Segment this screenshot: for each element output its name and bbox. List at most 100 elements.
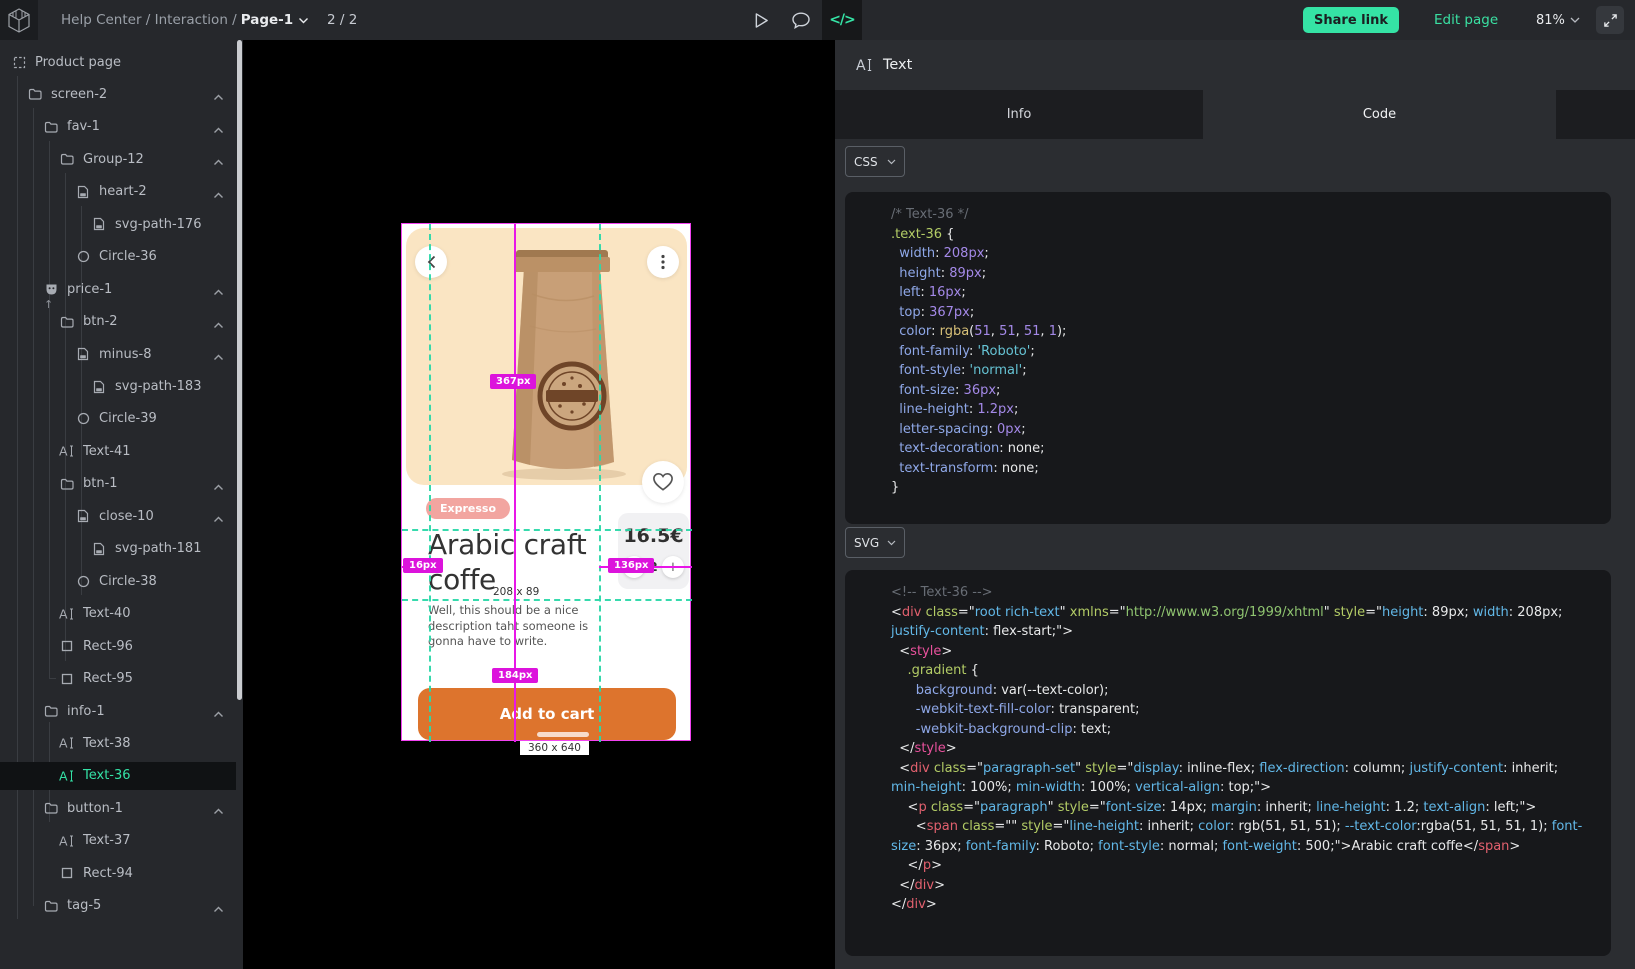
code-line: size: 36px; font-family: Roboto; font-st… (891, 837, 1593, 857)
chevron-up-icon[interactable] (213, 804, 224, 819)
more-options-button[interactable] (647, 246, 679, 278)
layer-row-button-1[interactable]: button-1 (0, 794, 236, 822)
logo-cube-icon (8, 8, 30, 33)
layer-row-circle-38[interactable]: Circle-38 (0, 567, 236, 595)
layer-label: Text-41 (83, 444, 131, 459)
layer-row-svg-path-181[interactable]: svg-path-181 (0, 535, 236, 563)
svg-file-icon (74, 347, 92, 361)
code-line: -webkit-text-fill-color: transparent; (891, 700, 1593, 720)
svg-format-select[interactable]: SVG (845, 527, 905, 558)
layer-label: Rect-96 (83, 639, 133, 654)
layer-row-text-40[interactable]: AText-40 (0, 600, 236, 628)
layer-row-text-38[interactable]: AText-38 (0, 729, 236, 757)
code-line: text-decoration: none; (891, 439, 1593, 459)
comments-button[interactable] (786, 0, 816, 40)
sidebar-scrollbar[interactable] (237, 40, 242, 700)
play-button[interactable] (746, 0, 776, 40)
layer-row-product page[interactable]: Product page (0, 48, 236, 76)
css-code-block[interactable]: /* Text-36 */.text-36 { width: 208px; he… (845, 192, 1611, 524)
frame-size-label: 360 x 640 (520, 741, 589, 755)
css-select-value: CSS (854, 155, 878, 169)
chevron-up-icon[interactable] (213, 350, 224, 365)
rect-icon (58, 867, 76, 879)
folder-icon (26, 88, 44, 100)
design-canvas[interactable]: Expresso Arabic craft coffe 208 x 89 Wel… (243, 40, 835, 969)
tab-code[interactable]: Code (1203, 90, 1556, 139)
edit-page-link[interactable]: Edit page (1434, 0, 1498, 40)
code-line: line-height: 1.2px; (891, 400, 1593, 420)
layer-row-group-12[interactable]: Group-12 (0, 145, 236, 173)
chevron-up-icon[interactable] (213, 285, 224, 300)
layer-label: Circle-39 (99, 411, 157, 426)
selection-size-label: 208 x 89 (493, 586, 539, 598)
code-line: <!-- Text-36 --> (891, 583, 1593, 603)
layer-row-circle-36[interactable]: Circle-36 (0, 243, 236, 271)
inspector-title: Text (883, 57, 912, 73)
css-format-select[interactable]: CSS (845, 146, 905, 177)
kebab-menu-icon (661, 254, 665, 270)
svg-text:A: A (856, 58, 866, 73)
code-line: text-transform: none; (891, 459, 1593, 479)
layer-row-minus-8[interactable]: minus-8 (0, 340, 236, 368)
chevron-up-icon[interactable] (213, 90, 224, 105)
code-line: top: 367px; (891, 303, 1593, 323)
layer-row-btn-2[interactable]: btn-2 (0, 308, 236, 336)
folder-icon (58, 316, 76, 328)
inspector-panel: A Text Info Code CSS /* Text-36 */.text-… (835, 40, 1635, 969)
breadcrumb[interactable]: Help Center / Interaction / Page-1 (61, 0, 309, 40)
layer-row-heart-2[interactable]: heart-2 (0, 178, 236, 206)
code-line: width: 208px; (891, 244, 1593, 264)
chevron-up-icon[interactable] (213, 512, 224, 527)
layer-row-svg-path-183[interactable]: svg-path-183 (0, 373, 236, 401)
fullscreen-button[interactable] (1596, 6, 1624, 34)
chevron-up-icon[interactable] (213, 480, 224, 495)
guide-dashed-top (402, 529, 692, 531)
svg-code-block[interactable]: <!-- Text-36 --><div class="root rich-te… (845, 570, 1611, 956)
chevron-down-icon (887, 540, 896, 546)
layer-label: button-1 (67, 801, 123, 816)
layer-row-circle-39[interactable]: Circle-39 (0, 405, 236, 433)
svg-text:A: A (59, 444, 68, 458)
layer-row-rect-95[interactable]: Rect-95 (0, 665, 236, 693)
code-mode-button[interactable]: </> (822, 0, 862, 40)
layer-row-text-36[interactable]: AText-36 (0, 762, 236, 790)
layer-row-rect-96[interactable]: Rect-96 (0, 632, 236, 660)
layer-row-info-1[interactable]: info-1 (0, 697, 236, 725)
circle-icon (74, 412, 92, 425)
code-line: <p class="paragraph" style="font-size: 1… (891, 798, 1593, 818)
play-icon (754, 12, 769, 29)
chevron-up-icon[interactable] (213, 188, 224, 203)
svg-file-icon (74, 509, 92, 523)
share-link-button[interactable]: Share link (1303, 7, 1399, 33)
back-button[interactable] (415, 246, 447, 278)
artboard-frame[interactable]: Expresso Arabic craft coffe 208 x 89 Wel… (401, 223, 691, 741)
chevron-up-icon[interactable] (213, 707, 224, 722)
layer-label: screen-2 (51, 87, 107, 102)
code-line: </div> (891, 876, 1593, 896)
code-line: </div> (891, 895, 1593, 915)
chevron-up-icon[interactable] (213, 155, 224, 170)
layer-row-text-37[interactable]: AText-37 (0, 827, 236, 855)
code-line: height: 89px; (891, 264, 1593, 284)
zoom-control[interactable]: 81% (1536, 0, 1580, 40)
favorite-button[interactable] (642, 461, 684, 503)
layer-label: Group-12 (83, 152, 144, 167)
layer-row-price-1[interactable]: price-1 (0, 275, 236, 303)
layer-row-btn-1[interactable]: btn-1 (0, 470, 236, 498)
layer-row-rect-94[interactable]: Rect-94 (0, 859, 236, 887)
chevron-up-icon[interactable] (213, 902, 224, 917)
layer-row-tag-5[interactable]: tag-5 (0, 892, 236, 920)
layer-row-text-41[interactable]: A Text-41 (0, 437, 236, 465)
layer-row-svg-path-176[interactable]: svg-path-176 (0, 210, 236, 238)
chevron-up-icon[interactable] (213, 318, 224, 333)
chevron-up-icon[interactable] (213, 123, 224, 138)
tab-info[interactable]: Info (835, 90, 1203, 139)
layer-row-close-10[interactable]: close-10 (0, 502, 236, 530)
layer-row-screen-2[interactable]: screen-2 (0, 80, 236, 108)
guide-dashed-right (599, 224, 601, 742)
code-line: <style> (891, 642, 1593, 662)
app-logo[interactable] (0, 0, 38, 40)
folder-icon (42, 900, 60, 912)
zoom-level: 81% (1536, 13, 1565, 28)
layer-row-fav-1[interactable]: fav-1 (0, 113, 236, 141)
